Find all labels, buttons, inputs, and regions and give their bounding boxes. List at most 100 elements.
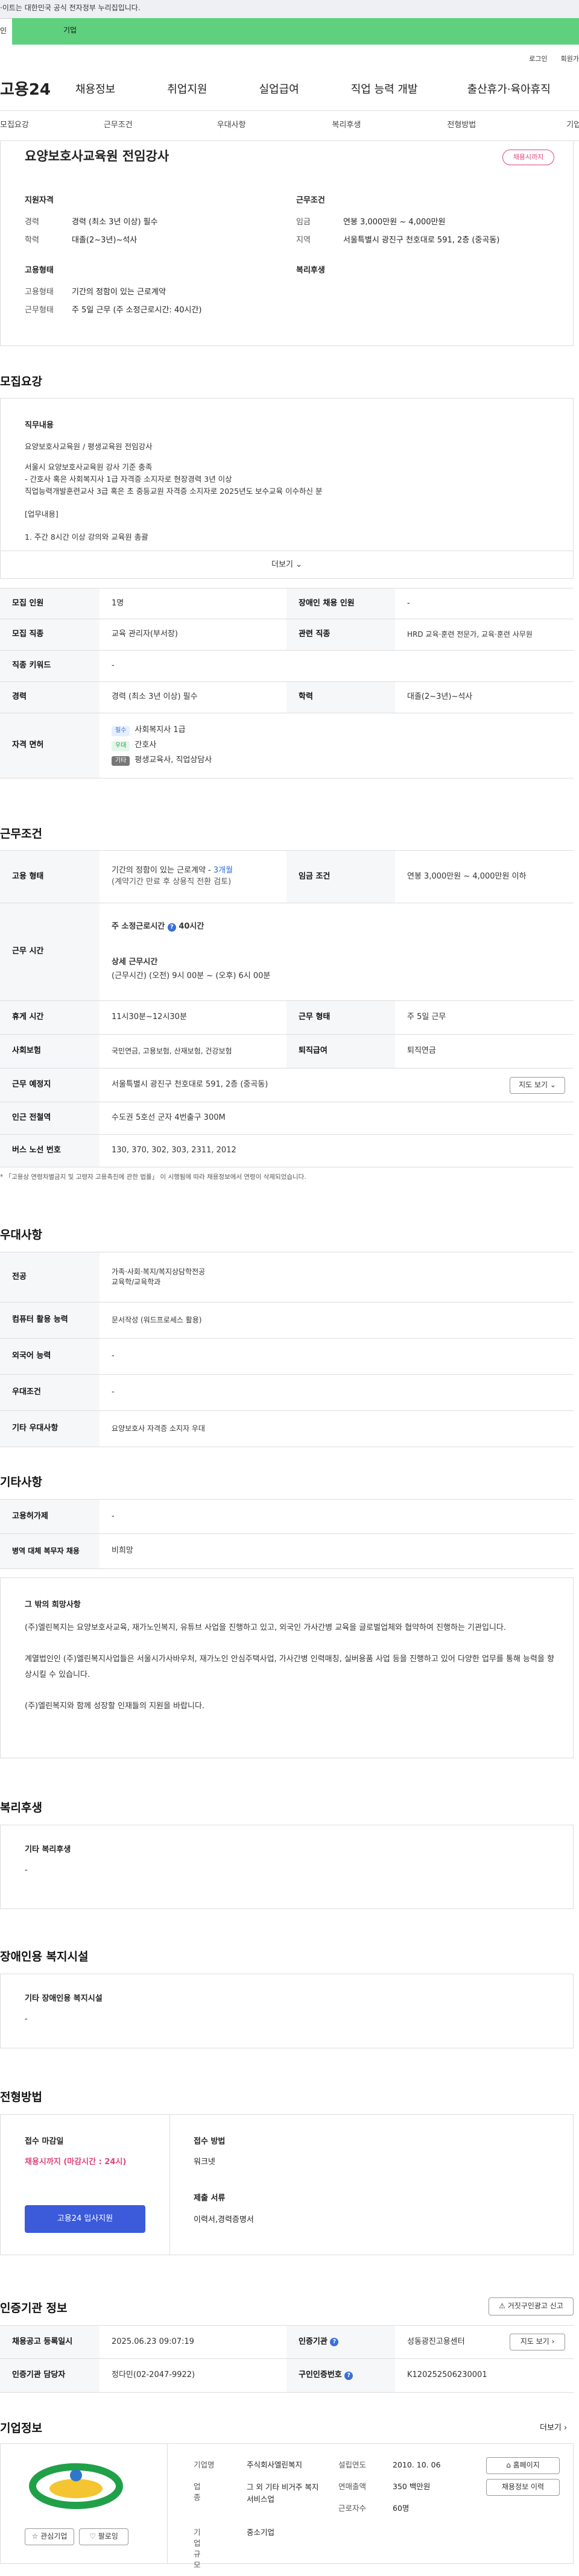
license-name: 간호사 — [134, 740, 157, 750]
td-computer-skill: 문서작성 (워드프로세스 활용) — [112, 1315, 202, 1324]
duty-text: 요양보호사교육원 / 평생교육원 전임강사 서울시 요양보호사교육원 강사 기준… — [25, 441, 323, 543]
qual-heading: 지원자격 — [25, 196, 54, 205]
agency-map-button[interactable]: 지도 보기 › — [510, 2334, 565, 2350]
facility-panel: 기타 장애인용 복지시설 - — [0, 1974, 574, 2048]
th-bus: 버스 노선 번호 — [0, 1135, 100, 1167]
deadline-badge: 채용시까지 — [502, 150, 554, 165]
how-value: 워크넷 — [194, 2158, 215, 2167]
table-row: 경력 경력 (최소 3년 이상) 필수 학력 대졸(2~3년)~석사 — [0, 682, 574, 713]
table-row: 고용 형태 기간의 정함이 있는 근로계약 - 3개월 (계약기간 만료 후 상… — [0, 850, 574, 903]
method-title: 전형방법 — [0, 2091, 42, 2104]
tab-individual[interactable]: 인 — [0, 18, 12, 45]
etype-label: 고용형태 — [25, 288, 54, 297]
tab-method[interactable]: 전형방법 — [447, 120, 476, 131]
tab-welfare[interactable]: 복리후생 — [332, 120, 361, 131]
license-name: 사회복지사 1급 — [134, 725, 186, 735]
th-keyword: 직종 키워드 — [0, 651, 100, 681]
license-name: 평생교육사, 직업상담사 — [134, 755, 212, 765]
homepage-button[interactable]: ⌂ 홈페이지 — [486, 2457, 560, 2474]
map-button-label: 지도 보기 — [519, 1081, 548, 1090]
table-row: 직종 키워드 - — [0, 651, 574, 682]
more-button[interactable]: 더보기 ⌄ — [1, 551, 573, 578]
company-more-link[interactable]: 더보기 › — [540, 2423, 567, 2434]
weekly-hours-title: 주 소정근로시간 — [112, 922, 165, 932]
report-button[interactable]: ⚠ 거짓구인광고 신고 — [489, 2297, 574, 2316]
th-retirement: 퇴직급여 — [286, 1035, 395, 1068]
td-wage: 연봉 3,000만원 ~ 4,000만원 이하 — [407, 871, 527, 881]
name-label: 기업명 — [194, 2460, 215, 2469]
emp-months: 3개월 — [213, 866, 233, 876]
duty-line: 요양보호사교육원 / 평생교육원 전임강사 — [25, 442, 153, 451]
th-subway: 인근 전철역 — [0, 1102, 100, 1134]
td-permit: - — [112, 1511, 115, 1521]
nav-parental-leave[interactable]: 출산휴가·육아휴직 — [467, 82, 551, 98]
map-button[interactable]: 지도 보기 ⌄ — [510, 1077, 565, 1094]
site-logo[interactable]: 고용24 — [0, 79, 66, 102]
detail-hours-title: 상세 근무시간 — [112, 958, 158, 967]
table-row: 고용허가제 - — [0, 1499, 574, 1534]
etype-value: 기간의 정함이 있는 근로계약 — [72, 288, 166, 297]
duty-line: 서울시 요양보호사교육원 강사 기준 충족 — [25, 462, 153, 472]
facility-heading: 기타 장애인용 복지시설 — [25, 1994, 103, 2003]
company-logo-image — [29, 2463, 123, 2509]
th-agency: 인증기관 — [299, 2337, 327, 2346]
favorite-button[interactable]: ☆ 관심기업 — [25, 2528, 74, 2545]
talent-text: (주)엘린복지는 요양보호사교육, 재가노인복지, 유튜브 사업을 진행하고 있… — [25, 1620, 555, 1714]
td-disabled-headcount: - — [407, 598, 410, 608]
td-military: 비희망 — [112, 1546, 133, 1556]
major-item: 교육학/교육학과 — [112, 1278, 161, 1286]
scale-label: 기업규모 — [194, 2528, 201, 2570]
welfare-heading-2: 기타 복리후생 — [25, 1845, 71, 1854]
td-location: 서울특별시 광진구 천호대로 591, 2층 (중곡동) — [112, 1080, 268, 1090]
td-emp-type: 기간의 정함이 있는 근로계약 - 3개월 (계약기간 만료 후 상용직 전환 … — [100, 851, 286, 903]
company-panel: ☆ 관심기업 ♡ 팔로잉 기업명 주식회사엘린복지 업종 그 외 기타 비거주 … — [0, 2443, 574, 2569]
talent-panel: 그 밖의 희망사항 (주)엘린복지는 요양보호사교육, 재가노인복지, 유튜브 … — [0, 1577, 574, 1758]
table-row: 모집 인원 1명 장애인 채용 인원 - — [0, 588, 574, 619]
sales-label: 연매출액 — [338, 2482, 367, 2491]
login-link[interactable]: 로그인 — [529, 54, 547, 70]
nav-employment-support[interactable]: 취업지원 — [167, 82, 207, 98]
nav-vocational-training[interactable]: 직업 능력 개발 — [351, 82, 418, 98]
loc-label: 지역 — [296, 236, 311, 245]
job-history-button[interactable]: 채용정보 이력 — [486, 2479, 560, 2496]
apply-button[interactable]: 고용24 입사지원 — [25, 2205, 145, 2233]
th-manager: 인증기관 담당자 — [0, 2359, 100, 2392]
age-footnote: * 「고용상 연령차별금지 및 고령자 고용촉진에 관한 법률」 이 시행됨에 … — [0, 1173, 306, 1181]
method-panel: 접수 마감일 채용시까지 (마감시간 : 24시) 고용24 입사지원 접수 방… — [0, 2114, 574, 2255]
star-icon: ☆ — [31, 2532, 39, 2541]
th-cert-no: 구인인증번호 — [299, 2370, 342, 2380]
tab-company[interactable]: 기업정보 — [566, 120, 579, 131]
company-scale: 중소기업 — [247, 2528, 275, 2537]
join-link[interactable]: 회원가 — [561, 54, 579, 70]
th-emp-type: 고용 형태 — [0, 851, 100, 903]
license-list: 필수 사회복지사 1급 우대 간호사 기타 평생교육사, 직업상담사 — [100, 713, 574, 778]
follow-icon: ♡ — [89, 2532, 96, 2541]
detail-hours: (근무시간) (오전) 9시 00분 ~ (오후) 6시 00분 — [112, 971, 271, 980]
table-row: 사회보험 국민연금, 고용보험, 산재보험, 건강보험 퇴직급여 퇴직연금 — [0, 1035, 574, 1069]
tab-recruit[interactable]: 모집요강 — [0, 120, 29, 131]
wage-label: 임금 — [296, 218, 311, 227]
info-icon[interactable]: ? — [344, 2371, 353, 2380]
tab-preferences[interactable]: 우대사항 — [217, 120, 246, 131]
alert-icon: ⚠ — [499, 2302, 505, 2311]
th-pref-etc: 기타 우대사항 — [0, 1411, 100, 1447]
td-work-hours: 주 소정근로시간 ? 40시간 상세 근무시간 (근무시간) (오전) 9시 0… — [100, 903, 574, 1000]
deadline-value: 채용시까지 (마감시간 : 24시) — [25, 2158, 127, 2167]
info-icon[interactable]: ? — [167, 923, 176, 932]
duty-line: 1. 주간 8시간 이상 강의와 교육원 총괄 — [25, 532, 148, 541]
follow-button[interactable]: ♡ 팔로잉 — [79, 2528, 128, 2545]
td-insurance: 국민연금, 고용보험, 산재보험, 건강보험 — [112, 1046, 232, 1055]
deadline-heading: 접수 마감일 — [25, 2137, 64, 2146]
emp-label: 근로자수 — [338, 2504, 367, 2513]
duty-line: [업무내용] — [25, 510, 59, 519]
nav-jobs[interactable]: 채용정보 — [75, 82, 115, 98]
info-icon[interactable]: ? — [330, 2338, 339, 2346]
how-heading: 접수 방법 — [194, 2137, 226, 2146]
td-education: 대졸(2~3년)~석사 — [407, 692, 473, 702]
tab-conditions[interactable]: 근무조건 — [104, 120, 133, 131]
nav-unemployment-benefit[interactable]: 실업급여 — [259, 82, 299, 98]
duty-panel: 직무내용 요양보호사교육원 / 평생교육원 전임강사 서울시 요양보호사교육원 … — [0, 398, 574, 579]
homepage-label: 홈페이지 — [513, 2461, 540, 2470]
td-bus: 130, 370, 302, 303, 2311, 2012 — [112, 1146, 236, 1155]
tab-corporate[interactable]: 기업 — [12, 18, 579, 45]
